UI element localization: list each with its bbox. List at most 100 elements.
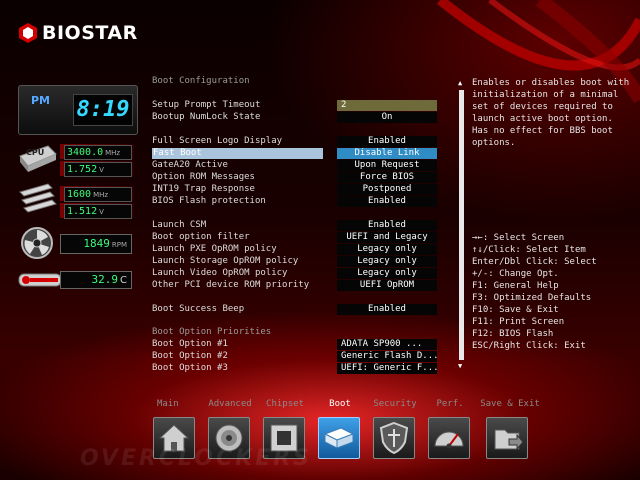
setting-launch-storage-oprom[interactable]: Launch Storage OpROM policy Legacy only [152,256,442,267]
setting-label: Boot option filter [152,232,250,242]
biostar-logo: BIOSTAR [18,20,138,46]
setting-value[interactable]: Enabled [337,196,437,207]
setting-label: Boot Option #1 [152,339,228,349]
tab-label: Boot [329,399,351,409]
setting-value[interactable]: ADATA SP900 ... [337,339,437,350]
setting-value[interactable]: Postponed [337,184,437,195]
security-shield-icon[interactable] [373,417,415,459]
fan-speed-readout: 1849 RPM [60,234,132,254]
setting-gatea20[interactable]: GateA20 Active Upon Request [152,160,442,171]
setting-value[interactable]: Generic Flash D... [337,351,437,362]
setting-value-input[interactable]: 2 [337,100,437,111]
save-exit-icon[interactable] [486,417,528,459]
setting-value[interactable]: Legacy only [337,256,437,267]
setting-launch-pxe-oprom[interactable]: Launch PXE OpROM policy Legacy only [152,244,442,255]
cpu-frequency-readout: 3400.0 MHz [64,145,132,160]
tab-label: Security [373,399,417,409]
setting-label: Launch PXE OpROM policy [152,244,277,254]
cpu-frequency-unit: MHz [105,149,121,157]
setting-int19-trap[interactable]: INT19 Trap Response Postponed [152,184,442,195]
setting-option-rom-messages[interactable]: Option ROM Messages Force BIOS [152,172,442,183]
temperature-value: 32.9 [91,273,119,286]
setting-boot-option-filter[interactable]: Boot option filter UEFI and Legacy [152,232,442,243]
key-hint: ↑↓/Click: Select Item [472,245,586,255]
tab-boot[interactable]: Boot [315,398,365,459]
cpu-voltage-unit: V [99,166,104,174]
clock-panel: PM 8:19 [18,85,138,135]
setting-value[interactable]: UEFI OpROM [337,280,437,291]
watermark: OVERCLOCKERS [80,446,313,471]
cpu-chip-icon: CPU [19,145,57,172]
section-boot-configuration: Boot Configuration [152,76,442,87]
cpu-frequency-value: 3400.0 [67,147,104,158]
setting-launch-video-oprom[interactable]: Launch Video OpROM policy Legacy only [152,268,442,279]
svg-text:CPU: CPU [26,148,44,157]
setting-label: Launch Storage OpROM policy [152,256,299,266]
setting-label: Fast Boot [152,148,323,159]
cpu-voltage-value: 1.752 [67,164,98,175]
setting-boot-option-3[interactable]: Boot Option #3 UEFI: Generic F... [152,363,442,374]
setting-setup-prompt-timeout[interactable]: Setup Prompt Timeout 2 [152,100,442,111]
setting-value[interactable]: Force BIOS [337,172,437,183]
fan-speed-value: 1849 [83,237,110,250]
section-boot-option-priorities: Boot Option Priorities [152,327,442,338]
setting-value[interactable]: Enabled [337,220,437,231]
setting-boot-success-beep[interactable]: Boot Success Beep Enabled [152,304,442,315]
key-hint: F1: General Help [472,281,559,291]
setting-label: Bootup NumLock State [152,112,261,122]
boot-drive-icon[interactable] [318,417,360,459]
setting-bootup-numlock[interactable]: Bootup NumLock State On [152,112,442,123]
cpu-voltage-readout: 1.752 V [64,162,132,177]
key-hint: +/-: Change Opt. [472,269,559,279]
setting-value[interactable]: Legacy only [337,268,437,279]
scroll-down-arrow-icon[interactable]: ▼ [458,363,462,370]
fan-speed-unit: RPM [111,241,127,249]
scroll-up-arrow-icon[interactable]: ▲ [458,80,462,87]
setting-label: Launch Video OpROM policy [152,268,288,278]
setting-label: Other PCI device ROM priority [152,280,310,290]
setting-label: Boot Option #3 [152,363,228,373]
key-hint: ESC/Right Click: Exit [472,341,586,351]
setting-bios-flash-protection[interactable]: BIOS Flash protection Enabled [152,196,442,207]
key-hint: F10: Save & Exit [472,305,559,315]
setting-fast-boot[interactable]: Fast Boot Disable Link [152,148,442,159]
setting-value[interactable]: UEFI: Generic F... [337,363,437,374]
setting-value[interactable]: Legacy only [337,244,437,255]
setting-full-screen-logo[interactable]: Full Screen Logo Display Enabled [152,136,442,147]
setting-value[interactable]: Upon Request [337,160,437,171]
setting-label: Boot Success Beep [152,304,245,314]
key-hint: F3: Optimized Defaults [472,293,592,303]
setting-value[interactable]: Enabled [337,136,437,147]
section-title: Boot Configuration [152,76,250,86]
key-hint: F11: Print Screen [472,317,565,327]
tab-chipset[interactable]: Chipset [260,398,310,459]
performance-gauge-icon[interactable] [428,417,470,459]
memory-frequency-readout: 1600 MHz [64,187,132,202]
tab-main[interactable]: Main [150,398,200,459]
setting-value[interactable]: UEFI and Legacy [337,232,437,243]
temperature-unit: C [120,275,127,286]
scroll-thumb[interactable] [459,90,464,360]
bios-screen: BIOSTAR PM 8:19 CPU 3400.0 MHz 1.752 V 160… [0,0,640,480]
setting-value[interactable]: Disable Link [337,148,437,159]
setting-boot-option-1[interactable]: Boot Option #1 ADATA SP900 ... [152,339,442,350]
setting-label: GateA20 Active [152,160,228,170]
tab-label: Perf. [436,399,464,409]
setting-label: INT19 Trap Response [152,184,255,194]
brand-name: BIOSTAR [42,22,138,44]
tab-security[interactable]: Security [370,398,420,459]
key-legend: →←: Select Screen ↑↓/Click: Select Item … [472,232,632,352]
ampm-indicator: PM [31,94,51,107]
setting-value[interactable]: On [337,112,437,123]
menu-scrollbar[interactable]: ▲ ▼ [458,80,464,370]
tab-save-exit[interactable]: Save & Exit [480,398,540,459]
setting-boot-option-2[interactable]: Boot Option #2 Generic Flash D... [152,351,442,362]
tab-label: Advanced [208,399,252,409]
tab-performance[interactable]: Perf. [425,398,475,459]
setting-other-pci-rom-priority[interactable]: Other PCI device ROM priority UEFI OpROM [152,280,442,291]
fan-icon [21,227,53,259]
setting-launch-csm[interactable]: Launch CSM Enabled [152,220,442,231]
setting-value[interactable]: Enabled [337,304,437,315]
tab-advanced[interactable]: Advanced [205,398,255,459]
tab-label: Save & Exit [480,399,540,409]
